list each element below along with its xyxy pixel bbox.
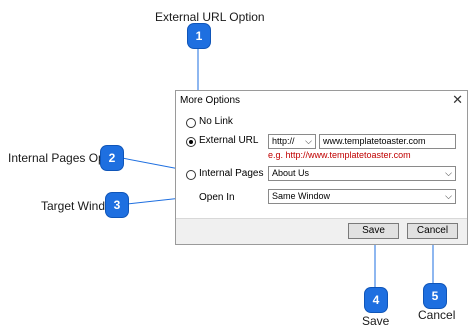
url-input[interactable]: www.templatetoaster.com [319, 134, 456, 149]
internal-pages-select[interactable]: About Us ⌵ [268, 166, 456, 181]
callout-5-label: Cancel [418, 308, 456, 322]
radio-no-link-label: No Link [199, 116, 233, 127]
radio-internal-pages[interactable] [186, 170, 196, 180]
callout-4-label: Save [362, 314, 390, 328]
protocol-select-value: http:// [272, 136, 295, 146]
callout-2-badge: 2 [101, 146, 123, 170]
more-options-dialog: More Options ✕ No Link External URL http… [175, 90, 468, 245]
dialog-footer: Save Cancel [176, 218, 467, 244]
example-hint: e.g. http://www.templatetoaster.com [268, 150, 411, 160]
callout-4-badge: 4 [365, 288, 387, 312]
radio-external-url[interactable] [186, 137, 196, 147]
callout-1-badge: 1 [188, 24, 210, 48]
close-icon[interactable]: ✕ [452, 92, 463, 108]
chevron-down-icon: ⌵ [305, 136, 312, 146]
open-in-select-value: Same Window [272, 191, 331, 201]
radio-external-url-label: External URL [199, 135, 259, 146]
save-button[interactable]: Save [348, 223, 399, 239]
radio-no-link[interactable] [186, 118, 196, 128]
chevron-down-icon: ⌵ [445, 191, 452, 201]
callout-3-badge: 3 [106, 193, 128, 217]
callout-5-badge: 5 [424, 284, 446, 308]
callout-1-label: External URL Option [155, 10, 265, 24]
internal-pages-select-value: About Us [272, 168, 310, 178]
chevron-down-icon: ⌵ [445, 168, 452, 178]
open-in-label: Open In [199, 192, 235, 203]
dialog-title: More Options [180, 95, 241, 106]
open-in-select[interactable]: Same Window ⌵ [268, 189, 456, 204]
protocol-select[interactable]: http:// ⌵ [268, 134, 316, 149]
cancel-button[interactable]: Cancel [407, 223, 458, 239]
radio-internal-pages-label: Internal Pages [199, 168, 264, 179]
